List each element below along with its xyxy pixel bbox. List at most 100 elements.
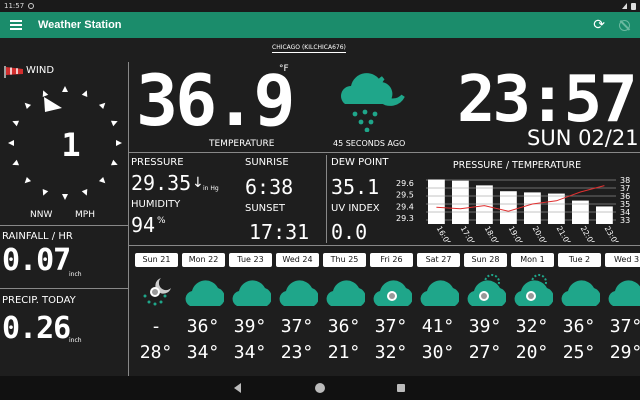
notification-icon [28, 3, 35, 9]
forecast-day-label: Sat 27 [417, 253, 460, 267]
humidity-value: 94 [131, 213, 156, 237]
sun-cloud-rain-icon [513, 272, 554, 308]
forecast-low: 34° [186, 342, 220, 363]
compass-tick [42, 188, 49, 196]
station-name: CHICAGO (KILCHICA676) [272, 44, 346, 53]
forecast-day-label: Wed 3 [605, 253, 640, 267]
clock-time: 23:57 [457, 63, 638, 137]
offline-icon[interactable] [619, 19, 630, 31]
sun-cloud-rain-icon [466, 272, 507, 308]
forecast-high: 36° [186, 316, 220, 337]
precip-value: 0.26 [2, 311, 71, 346]
battery-icon [631, 2, 636, 10]
y-left-tick: 29.6 [396, 179, 414, 188]
uv-index-label: UV INDEX [331, 203, 380, 214]
precip-unit: inch [69, 337, 82, 344]
dashboard: CHICAGO (KILCHICA676) WIND 1 NNW MPH RAI… [0, 38, 640, 376]
forecast-low: 23° [280, 342, 314, 363]
humidity-unit: % [157, 216, 166, 226]
compass-tick [98, 102, 106, 110]
sunrise-label: SUNRISE [245, 157, 289, 168]
wind-compass: 1 [8, 86, 122, 200]
dew-point-label: DEW POINT [331, 157, 389, 168]
forecast-day-label: Wed 24 [276, 253, 319, 267]
navigation-bar [0, 376, 640, 400]
uv-index-value: 0.0 [331, 220, 368, 244]
forecast-day-label: Thu 25 [323, 253, 366, 267]
forecast-day-label: Fri 26 [370, 253, 413, 267]
x-tick: 17:00 [459, 225, 478, 243]
menu-icon[interactable] [10, 20, 22, 30]
forecast-day-label: Sun 28 [464, 253, 507, 267]
forecast-day-label: Tue 23 [229, 253, 272, 267]
temperature-value: 36.9 [136, 60, 296, 142]
divider [128, 152, 640, 153]
compass-tick [98, 176, 106, 184]
wind-direction-pointer [44, 97, 62, 112]
home-icon[interactable] [315, 383, 325, 393]
rainfall-value: 0.07 [2, 243, 71, 278]
cloud-icon [419, 272, 460, 308]
temperature-unit: °F [279, 64, 289, 74]
forecast-high: 37° [280, 316, 314, 337]
forecast-high: 39° [468, 316, 502, 337]
cloud-icon [231, 272, 272, 308]
app-bar: Weather Station ⟳ [0, 12, 640, 38]
pressure-bar [452, 180, 469, 224]
compass-tick [42, 90, 49, 98]
forecast-low: 20° [515, 342, 549, 363]
wind-direction-text: NNW [30, 210, 53, 220]
cloud-icon [607, 272, 640, 308]
forecast-low: 29° [609, 342, 640, 363]
compass-tick [8, 140, 14, 146]
sunrise-value: 6:38 [245, 175, 294, 199]
divider [128, 62, 129, 376]
clock-date: SUN 02/21 [527, 126, 639, 150]
forecast-low: 21° [327, 342, 361, 363]
forecast-day-label: Tue 2 [558, 253, 601, 267]
recent-apps-icon[interactable] [397, 384, 405, 392]
pressure-trend-icon: ↓ [192, 175, 204, 191]
pressure-bar [476, 185, 493, 224]
cloud-icon [184, 272, 225, 308]
forecast-low: 30° [421, 342, 455, 363]
rainfall-unit: inch [69, 271, 82, 278]
wind-label: WIND [26, 65, 55, 76]
precip-label: PRECIP. TODAY [2, 295, 76, 306]
compass-tick [24, 176, 32, 184]
forecast-high: 36° [327, 316, 361, 337]
sunset-value: 17:31 [249, 220, 310, 244]
forecast-day-label: Mon 1 [511, 253, 554, 267]
pressure-label: PRESSURE [131, 157, 184, 168]
wind-unit: MPH [75, 210, 95, 220]
forecast-low: 27° [468, 342, 502, 363]
forecast-high: 37° [374, 316, 408, 337]
forecast-day-label: Mon 22 [182, 253, 225, 267]
compass-tick [110, 159, 118, 166]
divider [326, 155, 327, 243]
cloud-icon [325, 272, 366, 308]
compass-tick [110, 120, 118, 127]
compass-tick [24, 102, 32, 110]
back-icon[interactable] [234, 383, 241, 393]
forecast-day-label: Sun 21 [135, 253, 178, 267]
pressure-value: 29.35 [131, 171, 192, 195]
app-title: Weather Station [38, 19, 122, 31]
cloud-snow-icon [372, 272, 413, 308]
refresh-icon[interactable]: ⟳ [593, 17, 605, 33]
humidity-label: HUMIDITY [131, 199, 181, 210]
dew-point-value: 35.1 [331, 175, 380, 199]
y-right-tick: 33 [620, 216, 630, 225]
compass-tick [81, 188, 88, 196]
x-tick: 18:00 [483, 225, 502, 243]
forecast-low: 32° [374, 342, 408, 363]
divider [128, 245, 640, 246]
y-left-tick: 29.4 [396, 202, 414, 211]
divider [0, 225, 128, 226]
sunset-label: SUNSET [245, 203, 285, 214]
forecast-high: 36° [562, 316, 596, 337]
pressure-bar [428, 179, 445, 224]
forecast-high: - [150, 316, 162, 337]
forecast-low: 28° [139, 342, 173, 363]
forecast-high: 32° [515, 316, 549, 337]
